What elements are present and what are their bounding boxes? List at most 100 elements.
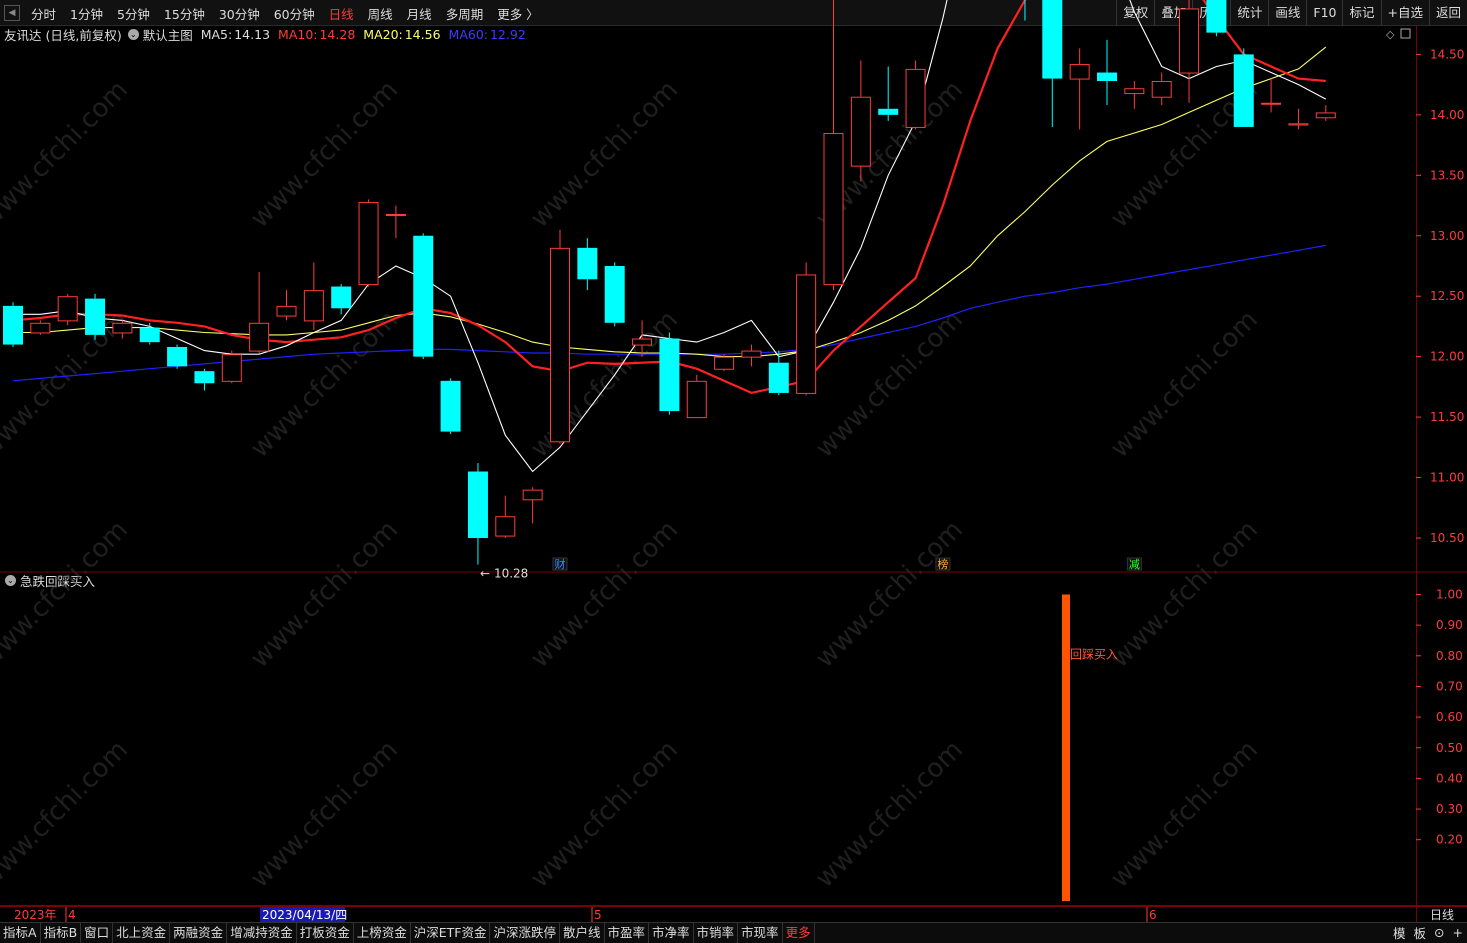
candle-body [905,68,926,128]
indicator-tab[interactable]: 市净率 [649,923,694,943]
event-marker[interactable]: 减 [1129,558,1140,571]
candle-body [385,213,406,216]
date-month-4: 4 [68,908,76,922]
candle-body [139,327,160,343]
watermark-text: www.cfchi.com [525,75,684,234]
candle [221,350,242,384]
indicator-tab[interactable]: 两融资金 [170,923,228,943]
price-tick-label: 10.50 [1430,531,1464,545]
price-tick-label: 13.00 [1430,229,1464,243]
candle-body [550,247,570,443]
candle-body [632,338,653,346]
candle [604,262,625,327]
candle [741,344,762,367]
candle [550,229,570,444]
candle-body [1069,64,1090,80]
price-axis: 18.5018.0017.5017.0016.5016.0015.5015.00… [1416,0,1464,545]
candle [714,354,735,372]
diamond-icon[interactable]: ◇ [1386,28,1395,41]
chart-frame: ◇ [0,26,1467,906]
candle-body [3,305,23,345]
tabs-right-controls: 模板 ⊙ + [1389,922,1467,943]
watermark-text: www.cfchi.com [0,735,134,894]
candle [1124,80,1145,109]
candle-body [303,290,324,322]
watermark-text: www.cfchi.com [1105,305,1264,464]
watermark-text: www.cfchi.com [245,735,404,894]
window-icon[interactable] [1400,28,1411,39]
indicator-tick-label: 0.80 [1436,649,1463,663]
indicator-tab[interactable]: 窗口 [81,923,114,943]
candle-body [604,265,625,323]
price-tick-label: 13.50 [1430,168,1464,182]
candle-body [249,322,270,352]
candle-body [57,296,78,322]
candle [1069,48,1090,130]
candle-body [686,380,707,419]
candle [358,199,379,287]
indicator-tab[interactable]: 指标B [41,923,82,943]
indicator-tick-label: 0.60 [1436,710,1463,724]
indicator-tab[interactable]: 沪深涨跌停 [490,923,560,943]
indicator-tab[interactable]: 市销率 [694,923,739,943]
indicator-tab[interactable]: 指标A [0,923,41,943]
candle-body [85,298,106,335]
date-month-5: 5 [594,908,602,922]
watermark-text: www.cfchi.com [0,515,134,674]
tab-right-control[interactable]: ⊙ [1430,925,1448,940]
price-tick-label: 12.50 [1430,289,1464,303]
candle-body [30,322,51,334]
candle-body [167,346,188,367]
candle-body [1124,88,1145,95]
date-year: 2023年 [14,908,57,922]
candle [194,368,215,391]
price-tick-label: 11.50 [1430,410,1464,424]
candle-body [1151,80,1172,98]
candle [440,378,461,435]
candle [139,322,160,345]
indicator-tick-label: 0.50 [1436,741,1463,755]
price-tick-label: 15.00 [1430,0,1464,1]
date-month-6: 6 [1149,908,1157,922]
indicator-tick-label: 0.20 [1436,833,1463,847]
candle [905,60,926,130]
candle-body [522,489,543,501]
indicator-tab[interactable]: 打板资金 [297,923,354,943]
indicator-tick-label: 0.40 [1436,771,1463,785]
chart-canvas[interactable]: www.cfchi.com www.cfchi.com www.cfchi.com w… [0,0,1467,906]
indicator-signal-label: 回踩买入 [1070,648,1118,662]
candle-body [194,371,215,384]
indicator-tab[interactable]: 北上资金 [113,923,171,943]
event-marker[interactable]: 榜 [937,557,948,571]
candle-body [276,305,297,317]
tab-right-control[interactable]: 模 [1389,923,1410,942]
tab-right-control[interactable]: 板 [1410,923,1431,942]
indicator-tab[interactable]: 增减持资金 [227,923,297,943]
indicator-tab[interactable]: 更多 [783,923,815,943]
indicator-tab[interactable]: 沪深ETF资金 [411,923,491,943]
indicator-tab[interactable]: 上榜资金 [354,923,411,943]
indicator-bars: 回踩买入 [1062,594,1118,901]
indicator-tab[interactable]: 市盈率 [605,923,650,943]
indicator-signal-bar [1062,594,1070,901]
candle [3,302,23,347]
candle [1288,108,1309,130]
candle [57,293,78,326]
event-marker[interactable]: 财 [555,557,566,571]
low-arrow-icon: ← [480,567,490,581]
candle [1151,72,1172,106]
candle [467,463,488,565]
tab-right-control[interactable]: + [1449,925,1467,940]
candle-body [1261,102,1282,105]
indicator-tab[interactable]: 散户线 [560,923,605,943]
indicator-tick-label: 0.30 [1436,802,1463,816]
candle-body [1315,112,1336,119]
candle [276,290,297,321]
date-axis: 2023年 4 2023/04/13/四 5 6 [0,906,1416,922]
candle-body [221,354,242,382]
indicator-tabs: 指标A 指标B 窗口 北上资金 两融资金 增减持资金 打板资金 上榜资金 沪深ETF资金 沪深涨跌… [0,922,1467,943]
candle [850,60,871,182]
candle [85,293,106,340]
indicator-tab[interactable]: 市现率 [738,923,783,943]
candle-body [1288,123,1309,126]
